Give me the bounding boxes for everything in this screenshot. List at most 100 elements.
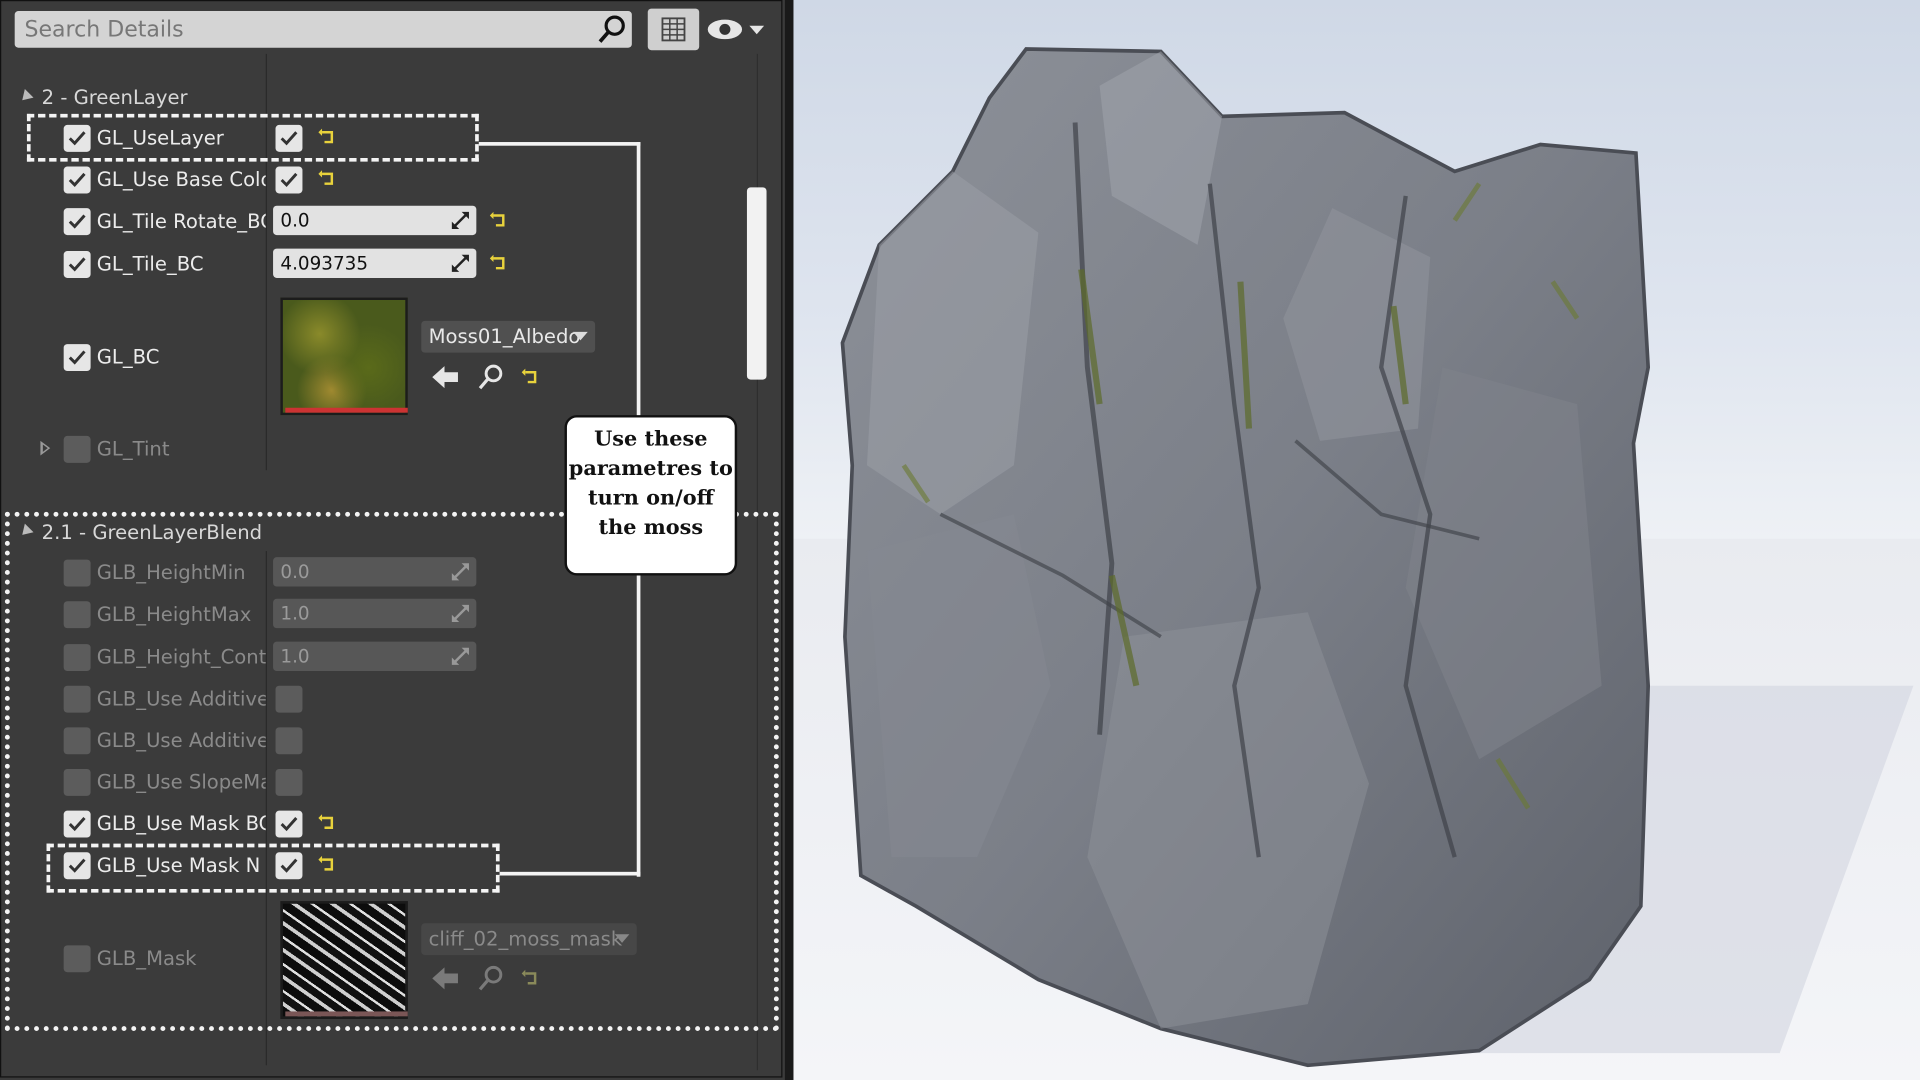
- eye-icon: [707, 19, 765, 40]
- reset-default-icon[interactable]: [318, 126, 338, 148]
- section-title: 2.1 - GreenLayerBlend: [41, 520, 263, 544]
- scrollbar-thumb[interactable]: [746, 187, 767, 380]
- param-label: GLB_Use Mask BC: [96, 811, 266, 836]
- override-checkbox[interactable]: [63, 852, 91, 880]
- expand-arrows-icon[interactable]: [451, 253, 471, 273]
- param-row-glb-use-additive-2: GLB_Use AdditiveBlend: [0, 722, 735, 759]
- number-value: 0.0: [280, 560, 310, 583]
- search-box[interactable]: [14, 11, 632, 48]
- param-row-gl-tile-rotate: GL_Tile Rotate_BC 0.0: [0, 203, 735, 240]
- param-label: GLB_Mask: [96, 946, 197, 970]
- asset-dropdown[interactable]: Moss01_Albedo: [421, 320, 596, 353]
- override-checkbox[interactable]: [63, 768, 91, 796]
- override-checkbox[interactable]: [63, 727, 91, 755]
- value-checkbox[interactable]: [275, 810, 303, 838]
- chevron-down-icon: [614, 934, 630, 943]
- list-grid-icon: [661, 17, 686, 42]
- number-value: 1.0: [280, 602, 310, 625]
- number-field[interactable]: 1.0: [273, 598, 477, 629]
- number-field[interactable]: 4.093735: [273, 248, 477, 278]
- search-input[interactable]: [14, 11, 578, 48]
- value-checkbox[interactable]: [275, 727, 303, 755]
- reset-default-icon[interactable]: [489, 252, 510, 274]
- expand-arrows-icon[interactable]: [451, 604, 471, 624]
- override-checkbox[interactable]: [63, 251, 91, 278]
- asset-name: cliff_02_moss_mask: [428, 926, 623, 951]
- override-checkbox[interactable]: [63, 685, 91, 713]
- reset-default-icon[interactable]: [318, 853, 338, 875]
- override-checkbox[interactable]: [63, 124, 91, 152]
- param-label: GLB_HeightMin: [96, 560, 246, 585]
- number-value: 1.0: [280, 645, 310, 668]
- reset-default-icon[interactable]: [489, 209, 510, 231]
- override-checkbox[interactable]: [63, 166, 91, 194]
- number-value: 0.0: [280, 209, 310, 232]
- override-checkbox[interactable]: [63, 559, 91, 587]
- param-label: GLB_Use Mask N: [96, 853, 261, 877]
- value-checkbox[interactable]: [275, 124, 303, 152]
- param-label: GL_Use Base Color: [96, 167, 266, 192]
- use-selected-arrow-icon[interactable]: [431, 364, 460, 391]
- reset-default-icon[interactable]: [318, 812, 338, 834]
- param-row-glb-use-mask-bc: GLB_Use Mask BC: [0, 806, 735, 843]
- asset-dropdown[interactable]: cliff_02_moss_mask: [421, 923, 637, 956]
- value-checkbox[interactable]: [275, 685, 303, 713]
- visibility-button[interactable]: [705, 12, 769, 46]
- browse-search-icon[interactable]: [478, 965, 505, 992]
- value-checkbox[interactable]: [275, 852, 303, 880]
- param-row-gl-use-base-color: GL_Use Base Color: [0, 162, 735, 199]
- reset-default-icon[interactable]: [521, 366, 542, 388]
- param-label: GL_Tint: [96, 437, 170, 461]
- param-label: GLB_HeightMax: [96, 602, 252, 626]
- override-checkbox[interactable]: [63, 601, 91, 629]
- override-checkbox[interactable]: [63, 208, 91, 236]
- texture-thumbnail-mask[interactable]: [280, 901, 408, 1019]
- section-header-greenlayerblend[interactable]: 2.1 - GreenLayerBlend: [17, 520, 263, 544]
- expand-arrow-inner: [42, 444, 48, 452]
- override-checkbox[interactable]: [63, 435, 91, 463]
- param-row-glb-heightmax: GLB_HeightMax 1.0: [0, 596, 735, 633]
- search-icon[interactable]: [598, 15, 627, 44]
- viewport[interactable]: [793, 0, 1920, 1080]
- param-label: GLB_Use AdditiveBlend: [96, 686, 266, 711]
- reset-default-icon[interactable]: [521, 967, 542, 989]
- override-checkbox[interactable]: [63, 344, 91, 372]
- section-title: 2 - GreenLayer: [41, 85, 188, 109]
- section-header-greenlayer[interactable]: 2 - GreenLayer: [17, 85, 188, 109]
- value-checkbox[interactable]: [275, 768, 303, 796]
- param-row-glb-height-contrast: GLB_Height_Contrast 1.0: [0, 639, 735, 676]
- collapse-arrow-icon[interactable]: [17, 523, 34, 540]
- number-value: 4.093735: [280, 252, 369, 275]
- number-field[interactable]: 0.0: [273, 557, 477, 587]
- param-row-gl-uselayer: GL_UseLayer: [0, 120, 735, 157]
- details-panel: 2 - GreenLayer GL_UseLayer GL_Use Base C…: [0, 0, 785, 1080]
- param-label: GL_Tile Rotate_BC: [96, 209, 266, 233]
- view-options-button[interactable]: [647, 8, 700, 51]
- param-label: GLB_Height_Contrast: [96, 645, 266, 669]
- expand-arrows-icon[interactable]: [451, 211, 471, 231]
- value-checkbox[interactable]: [275, 166, 303, 194]
- param-label: GLB_Use SlopeMask: [96, 770, 266, 794]
- number-field[interactable]: 1.0: [273, 641, 477, 672]
- expand-arrows-icon[interactable]: [451, 562, 471, 582]
- texture-type-bar: [285, 407, 408, 413]
- override-checkbox[interactable]: [63, 810, 91, 838]
- connector-line: [478, 142, 641, 146]
- use-selected-arrow-icon[interactable]: [431, 965, 460, 992]
- browse-search-icon[interactable]: [478, 364, 505, 391]
- collapse-arrow-icon[interactable]: [17, 88, 34, 105]
- param-row-glb-use-additive-1: GLB_Use AdditiveBlend: [0, 681, 735, 718]
- texture-thumbnail-moss[interactable]: [280, 297, 408, 416]
- number-field[interactable]: 0.0: [273, 205, 477, 236]
- callout-note: Use these parametres to turn on/off the …: [564, 415, 738, 576]
- override-checkbox[interactable]: [63, 945, 91, 973]
- param-label: GL_UseLayer: [96, 126, 224, 150]
- reset-default-icon[interactable]: [318, 168, 338, 190]
- expand-arrows-icon[interactable]: [451, 647, 471, 667]
- texture-type-bar: [285, 1011, 408, 1017]
- override-checkbox[interactable]: [63, 644, 91, 672]
- asset-name: Moss01_Albedo: [428, 324, 581, 348]
- asset-actions: [431, 965, 578, 992]
- connector-line: [636, 142, 641, 417]
- param-row-glb-use-slope-mask: GLB_Use SlopeMask: [0, 764, 735, 801]
